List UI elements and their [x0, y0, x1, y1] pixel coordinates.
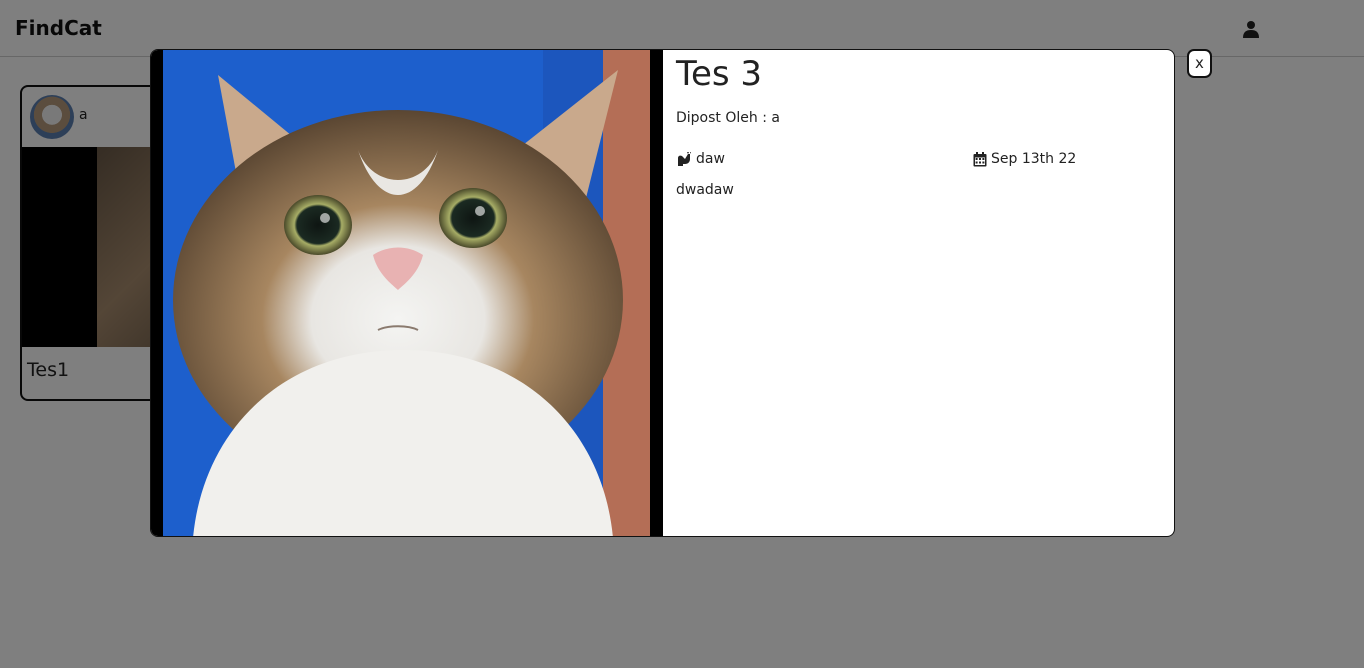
- modal-image: [151, 50, 663, 536]
- modal-title: Tes 3: [676, 54, 763, 94]
- modal-content: Tes 3 Dipost Oleh : a daw Sep 13th 22 dw…: [676, 50, 1162, 536]
- description: dwadaw: [676, 182, 734, 198]
- cat-icon: [678, 152, 691, 166]
- cat-photo: [163, 50, 650, 536]
- date-info: Sep 13th 22: [973, 151, 1076, 167]
- breed-text: daw: [696, 151, 725, 167]
- calendar-icon: [973, 151, 987, 166]
- meta-row: daw Sep 13th 22: [676, 151, 1162, 171]
- posted-by: Dipost Oleh : a: [676, 110, 780, 126]
- date-text: Sep 13th 22: [991, 151, 1077, 167]
- close-button[interactable]: x: [1187, 49, 1212, 78]
- breed-info: daw: [676, 151, 725, 167]
- post-detail-modal: Tes 3 Dipost Oleh : a daw Sep 13th 22 dw…: [150, 49, 1175, 537]
